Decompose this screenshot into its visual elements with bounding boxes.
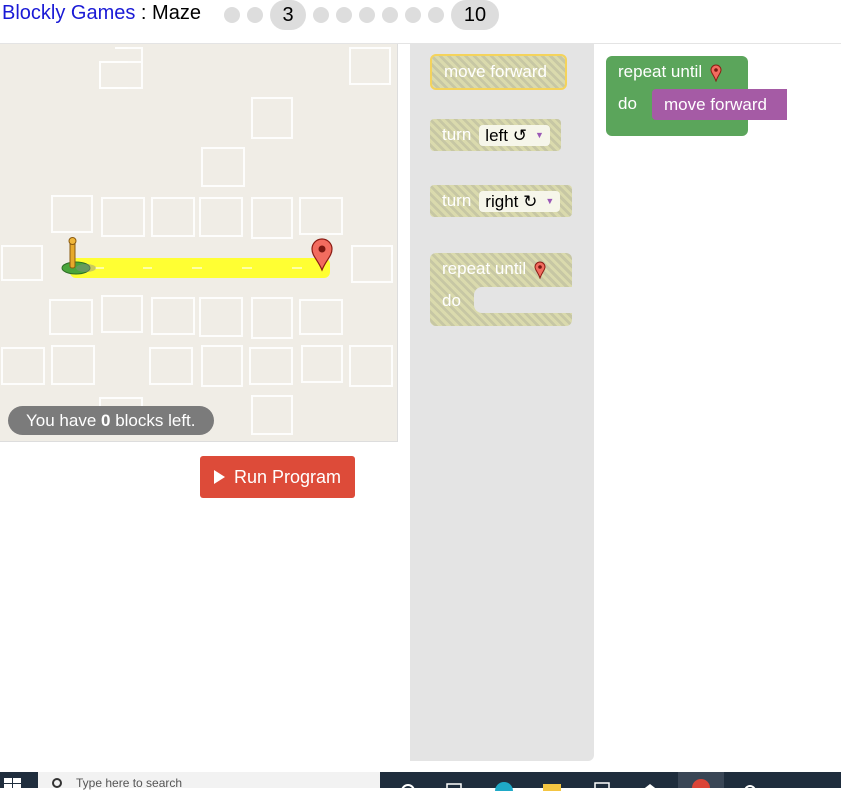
- level-5-dot[interactable]: [336, 7, 352, 23]
- search-icon: [52, 778, 62, 788]
- do-label: do: [442, 291, 461, 310]
- maze-decor-tiles: [1, 47, 393, 435]
- turn-direction-dropdown[interactable]: left ↺ ▼: [479, 124, 550, 146]
- level-9-dot[interactable]: [428, 7, 444, 23]
- dropdown-arrow-icon: ▼: [534, 129, 544, 140]
- level-8-dot[interactable]: [405, 7, 421, 23]
- toolbox-turn-right-block[interactable]: turn right ↻ ▼: [430, 185, 572, 217]
- run-program-button[interactable]: Run Program: [200, 456, 355, 498]
- windows-start-icon[interactable]: [4, 776, 22, 789]
- level-4-dot[interactable]: [313, 7, 329, 23]
- dropdown-arrow-icon: ▼: [545, 195, 555, 206]
- level-10-button[interactable]: 10: [451, 0, 499, 30]
- current-level[interactable]: 3: [270, 0, 306, 30]
- turn-label: turn: [442, 125, 472, 144]
- toolbox-repeat-until-block[interactable]: repeat until do: [430, 253, 572, 326]
- file-explorer-icon[interactable]: [542, 778, 562, 791]
- level-6-dot[interactable]: [359, 7, 375, 23]
- run-program-label: Run Program: [233, 466, 342, 487]
- taskbar-search-box[interactable]: Type here to search: [38, 772, 380, 790]
- repeat-do-slot: [474, 287, 572, 313]
- repeat-until-label: repeat until: [618, 62, 703, 81]
- workspace-move-forward-block[interactable]: move forward: [652, 89, 787, 120]
- turn-direction-dropdown[interactable]: right ↻ ▼: [479, 190, 561, 212]
- windows-taskbar: Type here to search: [0, 772, 841, 796]
- maze-drawing: [1, 47, 393, 435]
- finish-marker-icon: [534, 261, 546, 279]
- do-label: do: [618, 94, 637, 113]
- blocks-left-prefix: You have: [26, 411, 101, 430]
- chrome-taskbar-icon[interactable]: [678, 772, 724, 796]
- level-2-dot[interactable]: [247, 7, 263, 23]
- level-1-dot[interactable]: [224, 7, 240, 23]
- blocks-left-badge: You have 0 blocks left.: [8, 406, 214, 435]
- blocks-left-suffix: blocks left.: [110, 411, 196, 430]
- turn-label: turn: [442, 191, 472, 210]
- page-title: Blockly Games : Maze: [2, 2, 201, 25]
- repeat-until-label: repeat until: [442, 259, 527, 278]
- header: Blockly Games : Maze 3 10: [0, 0, 841, 30]
- play-icon: [213, 470, 225, 484]
- store-icon[interactable]: [592, 778, 612, 792]
- level-7-dot[interactable]: [382, 7, 398, 23]
- maze-title: Maze: [152, 2, 201, 24]
- mail-icon[interactable]: [640, 778, 660, 791]
- toolbox: move forward turn left ↺ ▼ turn right ↻ ▼ …: [410, 44, 594, 761]
- settings-gear-icon[interactable]: [740, 778, 760, 796]
- cortana-icon[interactable]: [398, 778, 418, 796]
- edge-browser-icon[interactable]: [494, 778, 514, 796]
- toolbox-move-forward-block[interactable]: move forward: [430, 54, 567, 90]
- finish-marker-icon: [710, 64, 722, 82]
- title-separator: :: [135, 2, 153, 24]
- task-view-icon[interactable]: [444, 778, 464, 792]
- turn-left-option: left ↺: [485, 125, 527, 145]
- turn-right-option: right ↻: [485, 191, 538, 211]
- start-marker: [61, 237, 96, 275]
- toolbox-turn-left-block[interactable]: turn left ↺ ▼: [430, 119, 561, 151]
- blockly-games-link[interactable]: Blockly Games: [2, 2, 135, 24]
- level-selector: 3 10: [224, 0, 506, 30]
- maze-canvas: You have 0 blocks left.: [0, 44, 398, 442]
